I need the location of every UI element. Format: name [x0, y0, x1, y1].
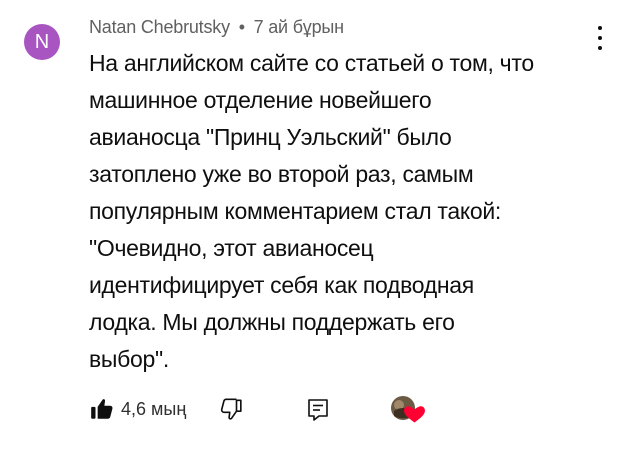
comment-header: Natan Chebrutsky • 7 ай бұрын — [89, 17, 344, 38]
avatar-letter: N — [34, 30, 50, 53]
thumbs-down-outline-icon[interactable] — [217, 396, 243, 422]
comment-text-line: "Очевидно, этот авианосец — [89, 235, 374, 261]
kebab-dot — [598, 46, 602, 50]
comment-text-line: машинное отделение новейшего — [89, 87, 432, 113]
reply-icon[interactable] — [307, 398, 329, 422]
comment-text-line: затоплено уже во второй раз, самым — [89, 161, 474, 187]
avatar[interactable]: N — [24, 24, 60, 60]
comment-text-line: идентифицирует себя как подводная — [89, 272, 474, 298]
meta-separator: • — [238, 17, 245, 37]
comment-actions: 4,6 мың — [89, 392, 609, 428]
comment-text-line: лодка. Мы должны поддержать его — [89, 309, 455, 335]
more-vertical-icon[interactable] — [590, 24, 610, 52]
creator-heart-icon[interactable] — [389, 394, 429, 426]
like-count: 4,6 мың — [121, 399, 187, 419]
kebab-dot — [598, 36, 602, 40]
kebab-dot — [598, 26, 602, 30]
author-name[interactable]: Natan Chebrutsky — [89, 17, 230, 37]
comment-text-line: На английском сайте со статьей о том, чт… — [89, 50, 534, 76]
comment-text: На английском сайте со статьей о том, чт… — [89, 45, 589, 378]
comment-thread: N Natan Chebrutsky • 7 ай бұрын На англи… — [0, 0, 640, 470]
comment-text-line: популярным комментарием стал такой: — [89, 198, 502, 224]
comment-text-line: выбор". — [89, 346, 169, 372]
comment-text-line: авианосца "Принц Уэльский" было — [89, 124, 452, 150]
comment-timestamp[interactable]: 7 ай бұрын — [254, 17, 344, 37]
thumbs-up-filled-icon[interactable] — [89, 396, 115, 422]
